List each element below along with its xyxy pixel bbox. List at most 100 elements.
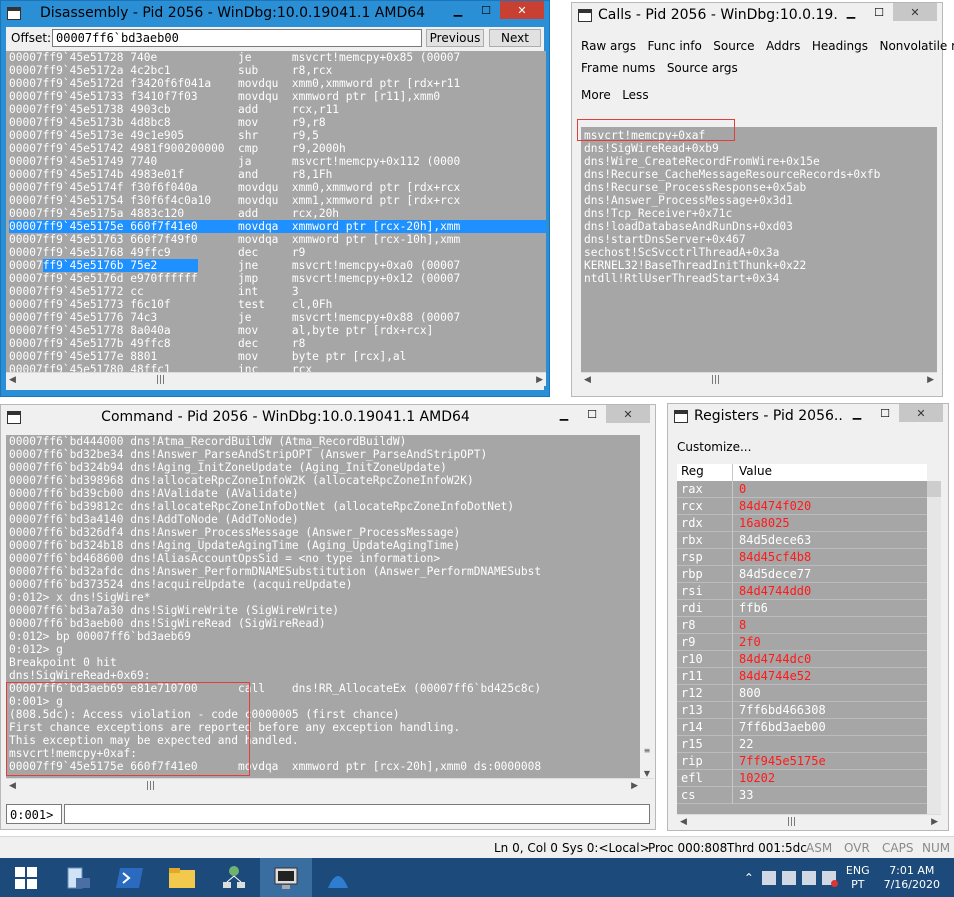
register-value[interactable]: 84d474f020	[733, 498, 927, 515]
tray-expand-icon[interactable]: ⌃	[744, 871, 762, 885]
disasm-line[interactable]: 00007ff9`45e51742 4981f900200000 cmp r9,…	[9, 142, 546, 155]
registers-vscrollbar[interactable]	[927, 481, 941, 814]
register-row[interactable]: rsp 84d45cf4b8	[677, 549, 927, 566]
call-frame[interactable]: msvcrt!memcpy+0xaf	[584, 129, 937, 142]
registers-titlebar[interactable]: Registers - Pid 2056... ▁ ☐ ✕	[668, 404, 948, 428]
scroll-left-icon[interactable]: ◀	[680, 817, 687, 827]
register-row[interactable]: r9 2f0	[677, 634, 927, 651]
register-value[interactable]: 8	[733, 617, 927, 634]
offset-input[interactable]: 00007ff6`bd3aeb00	[52, 29, 422, 47]
close-button[interactable]: ✕	[500, 1, 544, 19]
register-value[interactable]: 7ff945e5175e	[733, 753, 927, 770]
registers-window[interactable]: Registers - Pid 2056... ▁ ☐ ✕ Customize.…	[667, 403, 949, 831]
less-button[interactable]: Less	[622, 88, 648, 102]
register-value[interactable]: 16a8025	[733, 515, 927, 532]
register-row[interactable]: r15 22	[677, 736, 927, 753]
network-icon[interactable]	[208, 858, 260, 897]
disasm-line[interactable]: 00007ff9`45e5173e 49c1e905 shr r9,5	[9, 129, 546, 142]
register-value[interactable]: 800	[733, 685, 927, 702]
disasm-line[interactable]: 00007ff9`45e5177b 49ffc8 dec r8	[9, 337, 546, 350]
scroll-thumb[interactable]	[927, 481, 941, 497]
register-row[interactable]: rcx 84d474f020	[677, 498, 927, 515]
minimize-button[interactable]: ▁	[550, 405, 578, 423]
disassembly-titlebar[interactable]: Disassembly - Pid 2056 - WinDbg:10.0.190…	[1, 1, 549, 25]
call-frame[interactable]: dns!startDnsServer+0x467	[584, 233, 937, 246]
register-value[interactable]: 84d5dece77	[733, 566, 927, 583]
func-info-toggle[interactable]: Func info	[647, 39, 701, 53]
register-row[interactable]: r8 8	[677, 617, 927, 634]
reg-column-header[interactable]: Reg	[677, 464, 733, 481]
disasm-line[interactable]: 00007ff9`45e51728 740e je msvcrt!memcpy+…	[9, 51, 546, 64]
disasm-line[interactable]: 00007ff9`45e51780 48ffc1 inc rcx	[9, 363, 546, 372]
disasm-line[interactable]: 00007ff9`45e5175a 4883c120 add rcx,20h	[9, 207, 546, 220]
disasm-line[interactable]: 00007ff9`45e5172d f3420f6f041a movdqu xm…	[9, 77, 546, 90]
disasm-line[interactable]: 00007ff9`45e5177e 8801 mov byte ptr [rcx…	[9, 350, 546, 363]
register-value[interactable]: 0	[733, 481, 927, 498]
close-button[interactable]: ✕	[899, 404, 943, 422]
disasm-line[interactable]: 00007ff9`45e5175e 660f7f41e0 movdqa xmmw…	[9, 220, 546, 233]
register-row[interactable]: rax 0	[677, 481, 927, 498]
disasm-line[interactable]: 00007ff9`45e5173b 4d8bc8 mov r9,r8	[9, 116, 546, 129]
network-status-icon[interactable]	[821, 870, 838, 887]
register-row[interactable]: rdx 16a8025	[677, 515, 927, 532]
start-button[interactable]	[0, 858, 52, 897]
disassembly-window[interactable]: Disassembly - Pid 2056 - WinDbg:10.0.190…	[0, 0, 550, 397]
disasm-line[interactable]: 00007ff9`45e5172a 4c2bc1 sub r8,rcx	[9, 64, 546, 77]
scroll-thumb[interactable]: ≡	[644, 746, 651, 755]
minimize-button[interactable]: ▁	[843, 404, 871, 422]
register-value[interactable]: 22	[733, 736, 927, 753]
register-value[interactable]: 10202	[733, 770, 927, 787]
call-frame[interactable]: sechost!ScSvcctrlThreadA+0x3a	[584, 246, 937, 259]
tray-app-icon[interactable]	[801, 870, 816, 885]
call-stack-list[interactable]: msvcrt!memcpy+0xaf dns!SigWireRead+0xb9 dn…	[581, 127, 937, 372]
scroll-thumb[interactable]: |||	[787, 817, 796, 827]
file-explorer-icon[interactable]	[156, 858, 208, 897]
register-row[interactable]: r12 800	[677, 685, 927, 702]
command-window[interactable]: Command - Pid 2056 - WinDbg:10.0.19041.1…	[0, 404, 656, 830]
calls-titlebar[interactable]: Calls - Pid 2056 - WinDbg:10.0.19... ▁ ☐…	[572, 3, 942, 27]
disasm-line[interactable]: 00007ff9`45e51768 49ffc9 dec r9	[9, 246, 546, 259]
calls-hscrollbar[interactable]: ◀ ||| ▶	[581, 372, 937, 386]
call-frame[interactable]: dns!loadDatabaseAndRunDns+0xd03	[584, 220, 937, 233]
call-frame[interactable]: dns!Recurse_CacheMessageResourceRecords+…	[584, 168, 937, 181]
scroll-left-icon[interactable]: ◀	[584, 375, 591, 385]
server-manager-icon[interactable]	[52, 858, 104, 897]
register-value[interactable]: 33	[733, 787, 927, 804]
call-frame[interactable]: dns!SigWireRead+0xb9	[584, 142, 937, 155]
nonvolatile-regs-toggle[interactable]: Nonvolatile regs	[879, 39, 954, 53]
windbg-icon[interactable]	[260, 858, 312, 897]
register-row[interactable]: r10 84d4744dc0	[677, 651, 927, 668]
maximize-button[interactable]: ☐	[578, 405, 606, 423]
register-row[interactable]: cs 33	[677, 787, 927, 804]
register-row[interactable]: r13 7ff6bd466308	[677, 702, 927, 719]
maximize-button[interactable]: ☐	[472, 1, 500, 19]
source-toggle[interactable]: Source	[713, 39, 754, 53]
close-button[interactable]: ✕	[893, 3, 937, 21]
customize-button[interactable]: Customize...	[677, 440, 751, 454]
register-value[interactable]: 84d45cf4b8	[733, 549, 927, 566]
scroll-left-icon[interactable]: ◀	[9, 781, 16, 791]
value-column-header[interactable]: Value	[733, 464, 927, 481]
register-row[interactable]: efl 10202	[677, 770, 927, 787]
more-button[interactable]: More	[581, 88, 611, 102]
minimize-button[interactable]: ▁	[837, 3, 865, 21]
register-value[interactable]: 2f0	[733, 634, 927, 651]
scroll-right-icon[interactable]: ▶	[931, 817, 938, 827]
command-input[interactable]	[64, 804, 650, 824]
call-frame[interactable]: ntdll!RtlUserThreadStart+0x34	[584, 272, 937, 285]
scroll-left-icon[interactable]: ◀	[9, 375, 16, 385]
maximize-button[interactable]: ☐	[865, 3, 893, 21]
disasm-line[interactable]: 00007ff9`45e51772 cc int 3	[9, 285, 546, 298]
scroll-right-icon[interactable]: ▶	[927, 375, 934, 385]
scroll-thumb[interactable]: |||	[156, 375, 165, 385]
register-value[interactable]: 84d4744e52	[733, 668, 927, 685]
disasm-line[interactable]: 00007ff9`45e51738 4903cb add rcx,r11	[9, 103, 546, 116]
call-frame[interactable]: dns!Recurse_ProcessResponse+0x5ab	[584, 181, 937, 194]
previous-button[interactable]: Previous	[426, 29, 484, 47]
register-value[interactable]: 84d5dece63	[733, 532, 927, 549]
next-button[interactable]: Next	[489, 29, 541, 47]
disasm-line[interactable]: 00007ff9`45e51733 f3410f7f03 movdqu xmmw…	[9, 90, 546, 103]
register-row[interactable]: rdi ffb6	[677, 600, 927, 617]
register-value[interactable]: 84d4744dd0	[733, 583, 927, 600]
raw-args-toggle[interactable]: Raw args	[581, 39, 636, 53]
